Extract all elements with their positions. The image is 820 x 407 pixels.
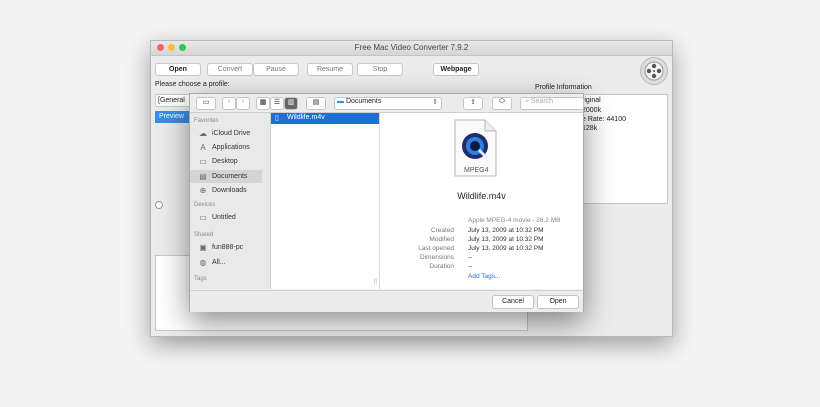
column-resize-handle[interactable]: ||: [374, 279, 377, 285]
preview-pane: MPEG4 Wildlife.m4v Apple MPEG-4 movie - …: [380, 113, 583, 289]
chevron-updown-icon: ⇕: [432, 99, 438, 106]
open-file-button[interactable]: Open: [537, 295, 579, 309]
last-opened-value: July 13, 2009 at 10:32 PM: [468, 245, 544, 252]
forward-icon[interactable]: ›: [236, 97, 250, 110]
duration-value: --: [468, 263, 473, 270]
tags-header: Tags: [194, 276, 207, 282]
pause-button[interactable]: Pause: [253, 63, 299, 76]
slider-knob[interactable]: [155, 201, 163, 209]
dialog-sidebar: Favorites ☁ iCloud Drive A Applications ▭ D…: [190, 113, 271, 289]
open-file-dialog: ▭ ‹ › ▦ ☰ ▥ ▤ ▬ Documents ⇕ ⇪ ⬭ ⌕ Search…: [189, 93, 584, 312]
sidebar-item-label: iCloud Drive: [212, 130, 251, 137]
computer-icon: ▣: [199, 243, 207, 252]
profile-info-line: 2000k: [582, 107, 602, 114]
sidebar-item-label: Applications: [212, 144, 250, 151]
profile-info-title: Profile Information: [535, 84, 592, 91]
column-view-icon[interactable]: ▥: [284, 97, 298, 110]
file-type-label: MPEG4: [464, 167, 489, 174]
sidebar-item-fun888-pc[interactable]: ▣ fun888-pc: [190, 241, 262, 254]
search-field[interactable]: ⌕ Search: [520, 97, 584, 110]
cancel-button[interactable]: Cancel: [492, 295, 534, 309]
sidebar-item-label: All...: [212, 259, 226, 266]
list-view-icon[interactable]: ☰: [270, 97, 284, 110]
last-opened-label: Last opened: [418, 245, 454, 252]
film-reel-icon: [640, 57, 668, 85]
file-row[interactable]: ▯ Wildlife.m4v: [271, 113, 379, 124]
sidebar-item-label: Downloads: [212, 187, 247, 194]
modified-label: Modified: [429, 236, 454, 243]
favorites-header: Favorites: [194, 118, 219, 124]
modified-value: July 13, 2009 at 10:32 PM: [468, 236, 544, 243]
search-placeholder: Search: [530, 98, 554, 105]
sidebar-item-label: Documents: [212, 173, 248, 180]
search-icon: ⌕: [525, 98, 529, 105]
sidebar-toggle-icon[interactable]: ▭: [196, 97, 216, 110]
dimensions-value: --: [468, 254, 473, 261]
back-icon[interactable]: ‹: [222, 97, 236, 110]
folder-icon: ▬: [337, 98, 344, 105]
desktop-icon: ▭: [199, 157, 207, 166]
globe-icon: ◍: [199, 258, 207, 267]
add-tags-link[interactable]: Add Tags...: [468, 273, 500, 280]
dimensions-label: Dimensions: [420, 254, 454, 261]
sidebar-item-applications[interactable]: A Applications: [190, 141, 262, 154]
dialog-footer: Cancel Open: [190, 290, 583, 312]
profile-info-line: e Rate: 44100: [582, 116, 626, 123]
share-icon[interactable]: ⇪: [463, 97, 483, 110]
location-label: Documents: [345, 98, 382, 105]
resume-button[interactable]: Resume: [307, 63, 353, 76]
shared-header: Shared: [194, 232, 214, 238]
dialog-toolbar: ▭ ‹ › ▦ ☰ ▥ ▤ ▬ Documents ⇕ ⇪ ⬭ ⌕ Search: [190, 94, 584, 113]
file-column: ▯ Wildlife.m4v ||: [271, 113, 380, 289]
applications-icon: A: [200, 143, 206, 152]
duration-label: Duration: [429, 263, 454, 270]
stop-button[interactable]: Stop: [357, 63, 403, 76]
downloads-icon: ⊕: [199, 186, 207, 195]
webpage-button[interactable]: Webpage: [433, 63, 479, 76]
file-kind: Apple MPEG-4 movie - 26.2 MB: [468, 217, 561, 224]
devices-header: Devices: [194, 202, 216, 208]
preview-file-name: Wildlife.m4v: [457, 191, 506, 201]
open-button[interactable]: Open: [155, 63, 201, 76]
sidebar-item-label: Desktop: [212, 158, 238, 165]
documents-icon: ▤: [199, 172, 207, 181]
title-bar: Free Mac Video Converter 7.9.2: [151, 41, 672, 56]
disk-icon: ▭: [199, 213, 207, 222]
cloud-icon: ☁: [199, 129, 207, 138]
sidebar-item-documents[interactable]: ▤ Documents: [190, 170, 262, 183]
profile-prompt: Please choose a profile:: [155, 81, 230, 88]
created-value: July 13, 2009 at 10:32 PM: [468, 227, 544, 234]
tag-icon[interactable]: ⬭: [492, 97, 512, 110]
sidebar-item-downloads[interactable]: ⊕ Downloads: [190, 184, 262, 197]
sidebar-item-untitled[interactable]: ▭ Untitled: [190, 211, 262, 224]
sidebar-item-label: fun888-pc: [212, 244, 244, 251]
sidebar-item-desktop[interactable]: ▭ Desktop: [190, 155, 262, 168]
sidebar-item-all[interactable]: ◍ All...: [190, 256, 262, 269]
profile-info-line: 128k: [582, 125, 598, 132]
icon-view-icon[interactable]: ▦: [256, 97, 270, 110]
window-title: Free Mac Video Converter 7.9.2: [354, 43, 469, 52]
created-label: Created: [430, 227, 454, 234]
sidebar-item-label: Untitled: [212, 214, 236, 221]
gallery-view-icon[interactable]: ▤: [306, 97, 326, 110]
location-popup[interactable]: ▬ Documents ⇕: [334, 97, 442, 110]
convert-button[interactable]: Convert: [207, 63, 253, 76]
sidebar-item-icloud-drive[interactable]: ☁ iCloud Drive: [190, 127, 262, 140]
profile-info-line: riginal: [582, 97, 601, 104]
file-name: Wildlife.m4v: [287, 114, 325, 121]
file-icon: ▯: [275, 115, 279, 122]
